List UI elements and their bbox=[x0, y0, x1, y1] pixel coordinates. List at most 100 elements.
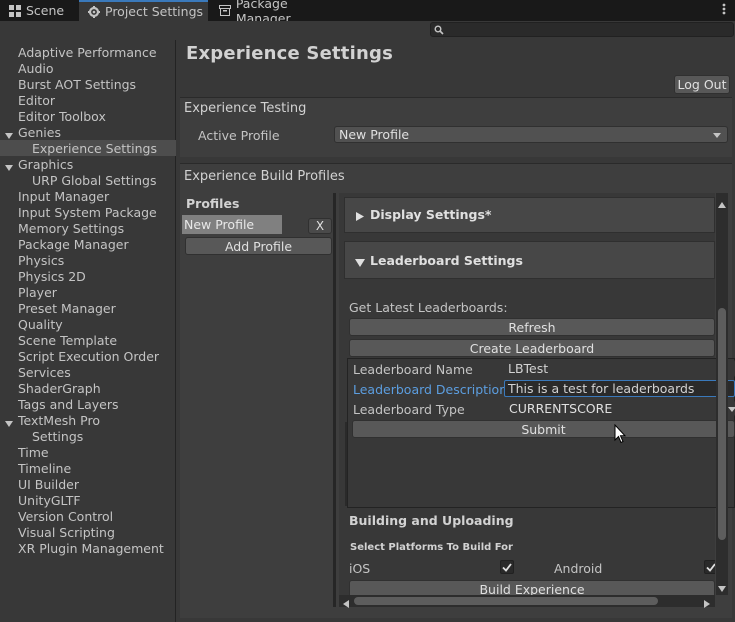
sidebar-item-label: Physics bbox=[18, 252, 65, 268]
sidebar-item-preset-manager[interactable]: Preset Manager bbox=[0, 300, 176, 316]
sidebar-item-label: Adaptive Performance bbox=[18, 44, 157, 60]
sidebar-item-scene-template[interactable]: Scene Template bbox=[0, 332, 176, 348]
expanded-arrow-icon bbox=[355, 256, 365, 270]
sidebar-item-label: Player bbox=[18, 284, 57, 300]
sidebar-item-tags-and-layers[interactable]: Tags and Layers bbox=[0, 396, 176, 412]
sidebar-item-services[interactable]: Services bbox=[0, 364, 176, 380]
experience-testing-header: Experience Testing bbox=[184, 101, 307, 116]
sidebar-item-textmesh-settings[interactable]: Settings bbox=[0, 428, 176, 444]
split-divider[interactable] bbox=[333, 193, 336, 607]
sidebar-item-label: Script Execution Order bbox=[18, 348, 160, 364]
sidebar-item-timeline[interactable]: Timeline bbox=[0, 460, 176, 476]
sidebar-item-label: TextMesh Pro bbox=[18, 412, 100, 428]
settings-search-input[interactable] bbox=[430, 22, 734, 37]
sidebar-item-label: Package Manager bbox=[18, 236, 129, 252]
page-title: Experience Settings bbox=[186, 43, 393, 64]
expanded-arrow-icon[interactable] bbox=[5, 160, 13, 171]
leaderboard-type-dropdown[interactable]: CURRENTSCORE bbox=[504, 400, 735, 417]
leaderboard-settings-label: Leaderboard Settings bbox=[370, 253, 523, 268]
sidebar-item-urp-global-settings[interactable]: URP Global Settings bbox=[0, 172, 176, 188]
active-profile-label: Active Profile bbox=[198, 128, 280, 143]
sidebar-item-player[interactable]: Player bbox=[0, 284, 176, 300]
sidebar-item-shadergraph[interactable]: ShaderGraph bbox=[0, 380, 176, 396]
chevron-down-icon bbox=[728, 407, 735, 412]
sidebar-item-label: Tags and Layers bbox=[18, 396, 119, 412]
sidebar-item-textmesh-pro[interactable]: TextMesh Pro bbox=[0, 412, 176, 428]
more-options-icon[interactable] bbox=[721, 3, 727, 17]
sidebar-item-label: Input Manager bbox=[18, 188, 110, 204]
tab-project-settings[interactable]: Project Settings bbox=[79, 0, 208, 21]
sidebar-item-input-manager[interactable]: Input Manager bbox=[0, 188, 176, 204]
sidebar-item-experience-settings[interactable]: Experience Settings bbox=[0, 140, 176, 156]
sidebar-item-editor-toolbox[interactable]: Editor Toolbox bbox=[0, 108, 176, 124]
leaderboard-name-label: Leaderboard Name bbox=[353, 362, 473, 377]
sidebar-item-burst-aot[interactable]: Burst AOT Settings bbox=[0, 76, 176, 92]
ios-label: iOS bbox=[349, 561, 371, 576]
android-label: Android bbox=[554, 561, 603, 576]
add-profile-button[interactable]: Add Profile bbox=[185, 237, 332, 255]
profile-name: New Profile bbox=[184, 217, 255, 232]
sidebar-item-input-system-package[interactable]: Input System Package bbox=[0, 204, 176, 220]
sidebar-item-label: Scene Template bbox=[18, 332, 118, 348]
sidebar-item-memory-settings[interactable]: Memory Settings bbox=[0, 220, 176, 236]
sidebar-item-label: Physics 2D bbox=[18, 268, 86, 284]
active-profile-dropdown[interactable]: New Profile bbox=[334, 126, 728, 143]
sidebar-item-physics[interactable]: Physics bbox=[0, 252, 176, 268]
sidebar-item-label: Version Control bbox=[18, 508, 114, 524]
sidebar-item-package-manager[interactable]: Package Manager bbox=[0, 236, 176, 252]
sidebar-item-time[interactable]: Time bbox=[0, 444, 176, 460]
ios-checkbox[interactable] bbox=[500, 560, 514, 574]
scroll-right-arrow-icon[interactable] bbox=[704, 597, 710, 611]
sidebar-item-editor[interactable]: Editor bbox=[0, 92, 176, 108]
checkmark-icon bbox=[502, 562, 512, 572]
sidebar-item-quality[interactable]: Quality bbox=[0, 316, 176, 332]
scroll-up-arrow-icon[interactable] bbox=[718, 197, 726, 211]
tab-package-manager[interactable]: Package Manager bbox=[210, 0, 345, 26]
sidebar-item-unitygltf[interactable]: UnityGLTF bbox=[0, 492, 176, 508]
leaderboard-name-input[interactable]: LBTest bbox=[504, 360, 735, 377]
gear-icon bbox=[87, 5, 101, 19]
sidebar-item-ui-builder[interactable]: UI Builder bbox=[0, 476, 176, 492]
log-out-button[interactable]: Log Out bbox=[674, 75, 730, 94]
remove-profile-button[interactable]: X bbox=[308, 218, 332, 234]
leaderboard-type-label: Leaderboard Type bbox=[353, 402, 465, 417]
expanded-arrow-icon[interactable] bbox=[5, 128, 13, 139]
leaderboard-description-input[interactable]: This is a test for leaderboards bbox=[504, 380, 735, 397]
search-icon bbox=[434, 24, 444, 35]
sidebar-item-genies[interactable]: Genies bbox=[0, 124, 176, 140]
checkmark-icon bbox=[706, 562, 715, 572]
sidebar-item-label: Graphics bbox=[18, 156, 74, 172]
build-experience-button[interactable]: Build Experience bbox=[349, 580, 715, 595]
sidebar-item-physics-2d[interactable]: Physics 2D bbox=[0, 268, 176, 284]
sidebar-item-label: Preset Manager bbox=[18, 300, 116, 316]
horizontal-scroll-thumb[interactable] bbox=[354, 597, 658, 605]
sidebar-item-label: Audio bbox=[18, 60, 54, 76]
build-profiles-header: Experience Build Profiles bbox=[184, 169, 345, 184]
submit-button[interactable]: Submit bbox=[352, 420, 735, 438]
sidebar-item-visual-scripting[interactable]: Visual Scripting bbox=[0, 524, 176, 540]
sidebar-item-label: ShaderGraph bbox=[18, 380, 101, 396]
leaderboard-description-label: Leaderboard Description bbox=[353, 382, 508, 397]
create-leaderboard-button[interactable]: Create Leaderboard bbox=[349, 339, 715, 357]
sidebar-item-graphics[interactable]: Graphics bbox=[0, 156, 176, 172]
vertical-scroll-thumb[interactable] bbox=[718, 308, 726, 540]
sidebar-item-label: URP Global Settings bbox=[32, 172, 157, 188]
profile-list-item[interactable]: New Profile bbox=[182, 215, 282, 234]
sidebar-item-label: Quality bbox=[18, 316, 63, 332]
package-icon bbox=[218, 4, 232, 18]
sidebar-item-adaptive-performance[interactable]: Adaptive Performance bbox=[0, 44, 176, 60]
expanded-arrow-icon[interactable] bbox=[5, 416, 13, 427]
building-uploading-header: Building and Uploading bbox=[349, 513, 514, 528]
sidebar-item-audio[interactable]: Audio bbox=[0, 60, 176, 76]
sidebar-item-script-execution-order[interactable]: Script Execution Order bbox=[0, 348, 176, 364]
sidebar-item-label: Settings bbox=[32, 428, 84, 444]
scroll-down-arrow-icon[interactable] bbox=[718, 581, 726, 595]
tab-scene[interactable]: Scene bbox=[0, 0, 78, 21]
sidebar-item-label: Genies bbox=[18, 124, 61, 140]
android-checkbox[interactable] bbox=[704, 560, 715, 574]
refresh-button[interactable]: Refresh bbox=[349, 318, 715, 336]
scroll-left-arrow-icon[interactable] bbox=[343, 597, 349, 611]
sidebar-item-version-control[interactable]: Version Control bbox=[0, 508, 176, 524]
sidebar-item-xr-plugin-management[interactable]: XR Plugin Management bbox=[0, 540, 176, 556]
grid-icon bbox=[8, 4, 22, 18]
